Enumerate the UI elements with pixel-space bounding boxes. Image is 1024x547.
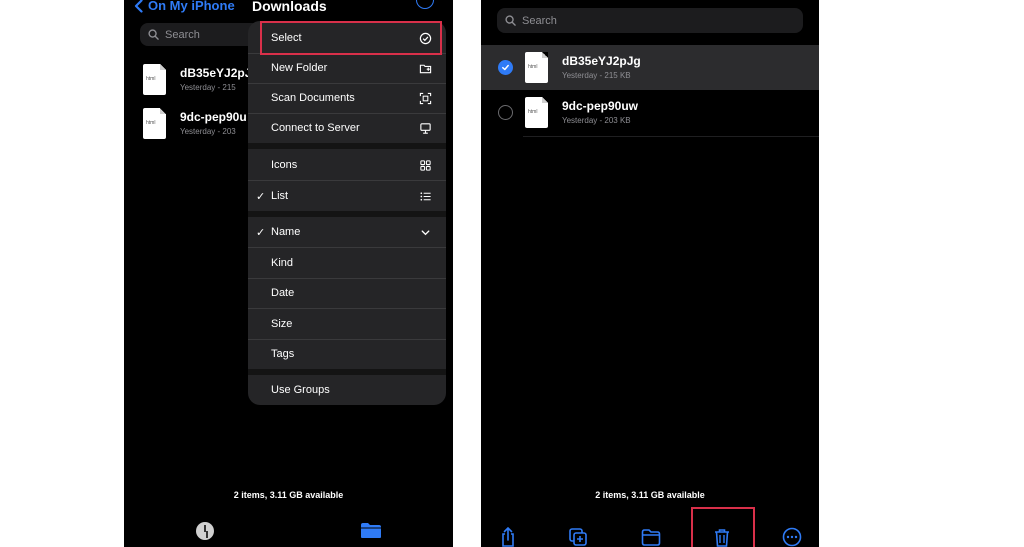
file-name: 9dc-pep90u — [180, 110, 247, 124]
menu-item-scan-documents[interactable]: Scan Documents — [248, 83, 446, 113]
duplicate-icon[interactable] — [568, 527, 588, 547]
empty-circle-icon[interactable] — [498, 105, 513, 120]
menu-item-tags[interactable]: Tags — [248, 339, 446, 369]
grid-icon — [419, 159, 432, 172]
back-button-label: On My iPhone — [148, 0, 235, 13]
list-icon — [419, 190, 432, 203]
more-icon[interactable] — [782, 527, 802, 547]
left-phone-screen: On My iPhone Downloads Search html dB35e… — [124, 0, 453, 547]
view-options-menu: Select New Folder Scan Documents Connect… — [248, 21, 446, 405]
search-input[interactable]: Search — [497, 8, 803, 33]
back-button[interactable]: On My iPhone — [134, 0, 235, 13]
file-row[interactable]: html dB35eYJ2pJg Yesterday - 215 KB — [525, 52, 641, 83]
recents-icon[interactable] — [196, 522, 214, 540]
search-icon — [505, 15, 516, 26]
menu-item-connect-to-server[interactable]: Connect to Server — [248, 113, 446, 143]
menu-item-list[interactable]: ✓ List — [248, 181, 446, 211]
folder-plus-icon — [419, 62, 432, 75]
storage-status: 2 items, 3.11 GB available — [595, 490, 705, 500]
file-row[interactable]: html 9dc-pep90uw Yesterday - 203 KB — [525, 97, 638, 128]
menu-item-new-folder[interactable]: New Folder — [248, 53, 446, 83]
html-file-icon: html — [143, 64, 166, 95]
file-meta: Yesterday - 203 — [180, 127, 236, 136]
file-row[interactable]: html dB35eYJ2pJ Yesterday - 215 — [143, 64, 251, 95]
menu-item-size[interactable]: Size — [248, 309, 446, 339]
search-placeholder: Search — [522, 14, 557, 27]
search-placeholder: Search — [165, 28, 200, 41]
file-row[interactable]: html 9dc-pep90u Yesterday - 203 — [143, 108, 247, 139]
search-icon — [148, 29, 159, 40]
menu-item-kind[interactable]: Kind — [248, 248, 446, 278]
html-file-icon: html — [525, 52, 548, 83]
storage-status: 2 items, 3.11 GB available — [233, 490, 344, 500]
checkmark-icon: ✓ — [256, 190, 266, 203]
file-name: dB35eYJ2pJg — [562, 54, 641, 68]
browse-folder-icon[interactable] — [360, 522, 382, 539]
chevron-down-icon — [419, 226, 432, 239]
checkmark-icon: ✓ — [256, 226, 266, 239]
html-file-icon: html — [143, 108, 166, 139]
file-meta: Yesterday - 215 — [180, 83, 236, 92]
page-title: Downloads — [252, 0, 327, 14]
menu-item-name[interactable]: ✓ Name — [248, 217, 446, 247]
chevron-left-icon — [134, 0, 143, 13]
checkmark-circle-icon[interactable] — [498, 60, 513, 75]
file-meta: Yesterday - 215 KB — [562, 71, 631, 80]
display-icon — [419, 122, 432, 135]
menu-item-date[interactable]: Date — [248, 278, 446, 308]
menu-item-icons[interactable]: Icons — [248, 150, 446, 180]
doc-scan-icon — [419, 92, 432, 105]
divider — [523, 136, 819, 137]
file-name: 9dc-pep90uw — [562, 99, 639, 113]
search-input[interactable]: Search — [140, 23, 260, 46]
right-phone-screen: Search html dB35eYJ2pJg Yesterday - 215 … — [481, 0, 819, 547]
file-name: dB35eYJ2pJ — [180, 66, 252, 80]
share-icon[interactable] — [498, 527, 518, 547]
menu-item-use-groups[interactable]: Use Groups — [248, 375, 446, 405]
trash-highlight-box — [691, 507, 755, 547]
more-options-icon[interactable] — [416, 0, 434, 9]
move-folder-icon[interactable] — [641, 527, 661, 547]
html-file-icon: html — [525, 97, 548, 128]
select-highlight-box — [260, 21, 442, 55]
file-meta: Yesterday - 203 KB — [562, 116, 631, 125]
